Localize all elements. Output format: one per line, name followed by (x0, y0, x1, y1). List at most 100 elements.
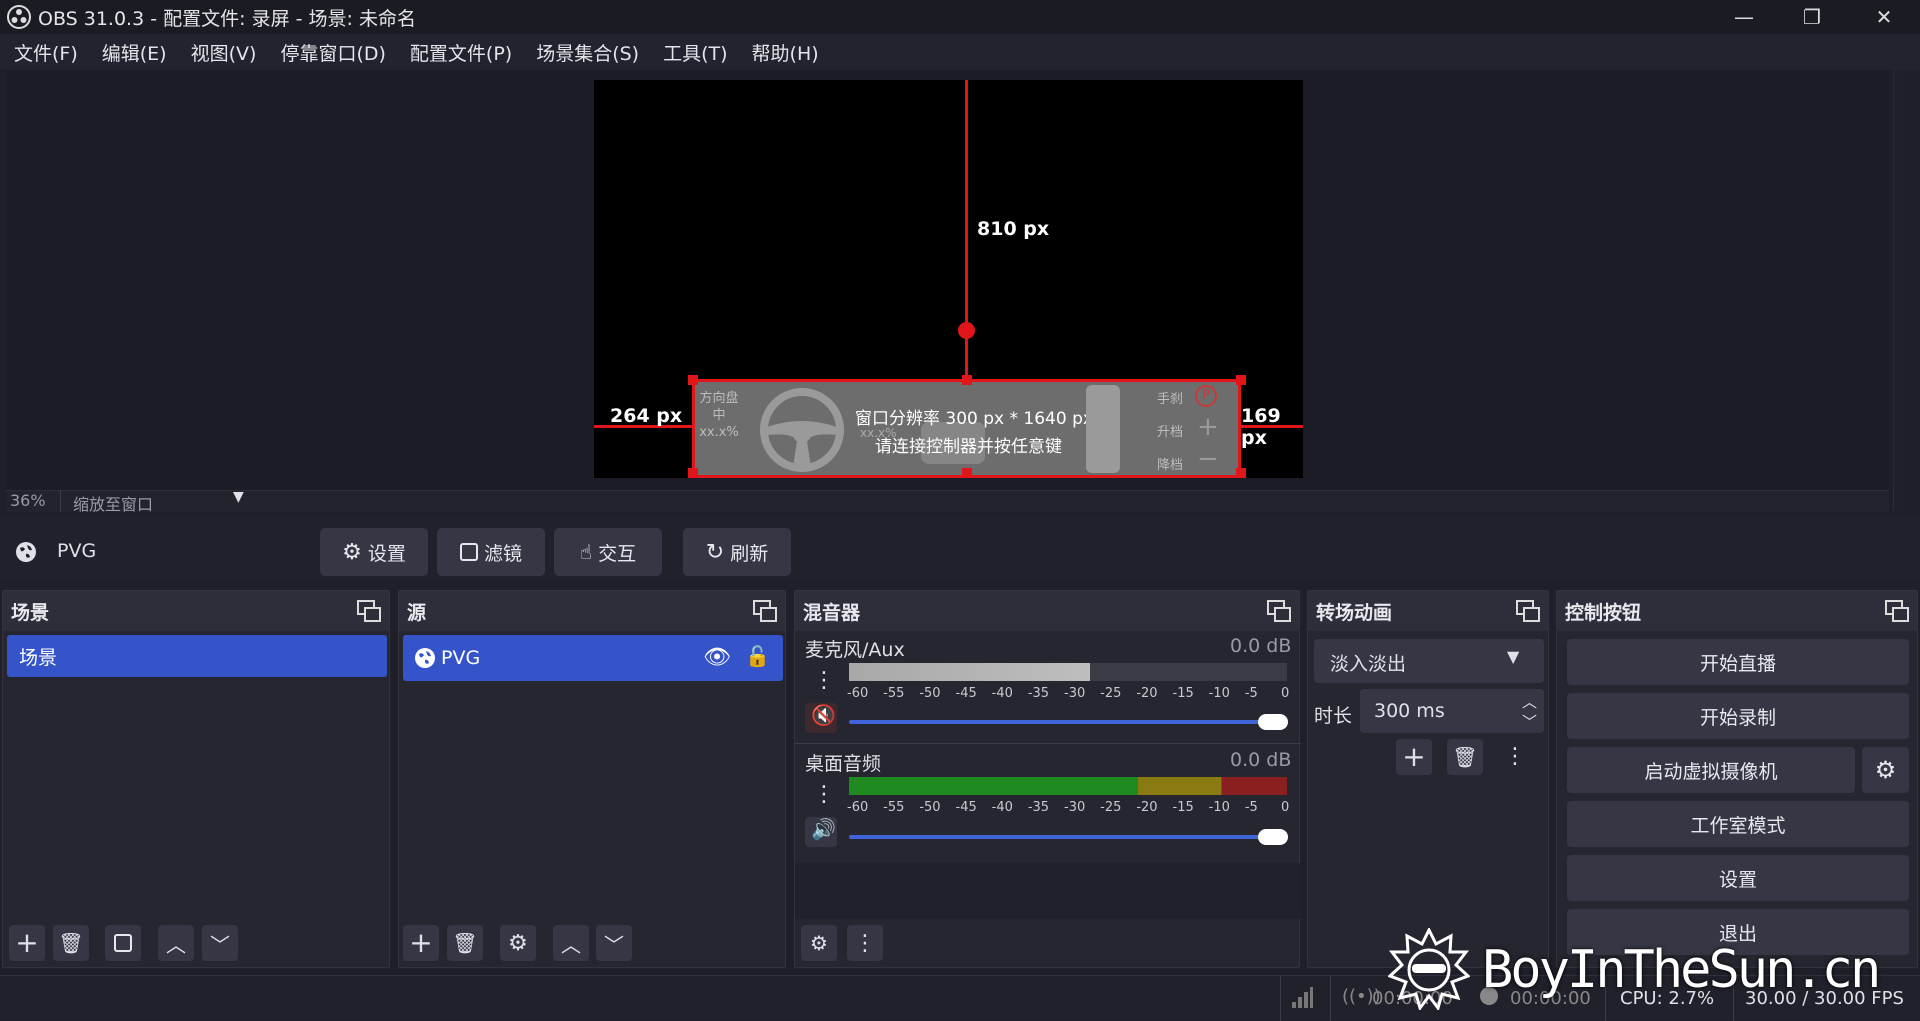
gear-icon: ⚙ (1874, 756, 1897, 784)
menu-view[interactable]: 视图(V) (179, 39, 269, 66)
menu-help[interactable]: 帮助(H) (740, 39, 831, 66)
start-streaming-button[interactable]: 开始直播 (1567, 639, 1909, 685)
virtual-camera-settings-button[interactable]: ⚙ (1862, 747, 1909, 793)
move-source-down-button[interactable]: ﹀ (596, 925, 632, 961)
network-signal-icon (1292, 987, 1313, 1008)
measure-handle[interactable] (958, 322, 975, 339)
source-bounding-box[interactable]: 方向盘 中 xx.x% xx.x% 窗口分辨率 300 px * 1640 px… (692, 379, 1241, 478)
eye-icon[interactable]: 👁 (703, 645, 731, 670)
mic-channel-menu-button[interactable]: ⋮ (805, 663, 835, 699)
handbrake-icon: P (1195, 385, 1217, 407)
source-item-label: PVG (441, 647, 481, 669)
undock-icon[interactable] (1516, 600, 1540, 622)
zoom-dropdown[interactable]: 缩放至窗口 ▼ (60, 489, 258, 514)
resize-handle[interactable] (1236, 375, 1246, 385)
mixer-advanced-button[interactable]: ⚙ (801, 925, 837, 961)
shift-up-label: 升档 (1157, 425, 1184, 440)
move-scene-down-button[interactable]: ﹀ (202, 925, 238, 961)
source-refresh-button[interactable]: ↻ 刷新 (683, 528, 791, 576)
meter-tick-label: -35 (1027, 686, 1050, 701)
trash-icon: 🗑 (58, 931, 84, 955)
source-refresh-label: 刷新 (730, 542, 769, 565)
lock-icon[interactable]: 🔓 (745, 644, 770, 668)
chevron-up-icon: ︿ (166, 932, 186, 957)
preview-zoom-bar (6, 490, 1889, 512)
meter-tick-label: -25 (1100, 686, 1122, 701)
source-settings-button[interactable]: ⚙ 设置 (320, 528, 428, 576)
resize-handle[interactable] (962, 375, 972, 385)
desktop-meter-fill (849, 777, 1287, 795)
remove-source-button[interactable]: 🗑 (447, 925, 483, 961)
studio-mode-button[interactable]: 工作室模式 (1567, 801, 1909, 847)
transitions-title: 转场动画 (1316, 601, 1393, 624)
add-source-button[interactable]: + (403, 925, 439, 961)
transition-menu-button[interactable]: ⋮ (1496, 739, 1526, 775)
mic-mute-button[interactable]: 🔇 (805, 703, 837, 733)
start-recording-button[interactable]: 开始录制 (1567, 693, 1909, 739)
start-streaming-label: 开始直播 (1699, 652, 1776, 675)
desktop-channel-menu-button[interactable]: ⋮ (805, 777, 835, 813)
settings-button[interactable]: 设置 (1567, 855, 1909, 901)
shift-down-label: 降档 (1157, 458, 1184, 473)
undock-icon[interactable] (753, 600, 777, 622)
restore-button[interactable]: ❐ (1778, 0, 1846, 34)
source-interact-button[interactable]: ☝ 交互 (554, 528, 662, 576)
menu-edit[interactable]: 编辑(E) (90, 39, 179, 66)
move-scene-up-button[interactable]: ︿ (158, 925, 194, 961)
handbrake-label: 手刹 (1157, 392, 1184, 407)
resize-handle[interactable] (688, 375, 698, 385)
menu-tools[interactable]: 工具(T) (651, 39, 739, 66)
menu-scene-collection[interactable]: 场景集合(S) (524, 39, 651, 66)
mic-volume-slider[interactable] (849, 720, 1279, 724)
transition-select[interactable]: 淡入淡出 ▼ (1314, 639, 1544, 683)
menu-file[interactable]: 文件(F) (0, 39, 90, 66)
close-button[interactable]: ✕ (1850, 0, 1918, 34)
measure-left-label: 264 px (610, 405, 683, 427)
more-vertical-icon: ⋮ (1504, 744, 1526, 769)
restore-icon: ❐ (1803, 5, 1821, 29)
meter-tick-label: -15 (1172, 800, 1194, 815)
add-scene-button[interactable]: + (9, 925, 45, 961)
source-filters-label: 滤镜 (483, 542, 522, 565)
add-transition-button[interactable]: + (1396, 739, 1432, 775)
source-filters-button[interactable]: 滤镜 (437, 528, 545, 576)
menu-profile[interactable]: 配置文件(P) (398, 39, 524, 66)
chevron-down-icon[interactable]: ﹀ (1522, 711, 1537, 732)
menu-docks[interactable]: 停靠窗口(D) (268, 39, 397, 66)
title-bar: OBS 31.0.3 - 配置文件: 录屏 - 场景: 未命名 — ❐ ✕ (0, 0, 1920, 34)
start-virtual-camera-button[interactable]: 启动虚拟摄像机 (1567, 747, 1855, 793)
resize-handle[interactable] (962, 468, 972, 478)
divider (795, 743, 1301, 744)
duration-spinbox[interactable]: 300 ms ︿ ﹀ (1360, 689, 1544, 733)
source-item[interactable]: PVG 👁 🔓 (403, 635, 783, 681)
gears-icon: ⚙ (810, 931, 828, 955)
preview-canvas[interactable]: 810 px 264 px 169 px 方向盘 中 xx.x% xx.x% 窗… (594, 80, 1303, 478)
zoom-percent: 36% (10, 491, 46, 510)
mixer-menu-button[interactable]: ⋮ (847, 925, 883, 961)
preview-scrollbar[interactable] (1893, 70, 1907, 510)
desktop-mute-button[interactable]: 🔊 (805, 817, 837, 847)
chevron-up-icon[interactable]: ︿ (1522, 691, 1537, 712)
undock-icon[interactable] (1267, 600, 1291, 622)
remove-scene-button[interactable]: 🗑 (53, 925, 89, 961)
mic-volume-knob[interactable] (1258, 714, 1288, 730)
resize-handle[interactable] (1236, 468, 1246, 478)
gear-icon: ⚙ (508, 930, 528, 956)
resize-handle[interactable] (688, 468, 698, 478)
undock-icon[interactable] (357, 600, 381, 622)
meter-tick-label: -50 (919, 800, 941, 815)
remove-transition-button[interactable]: 🗑 (1447, 739, 1483, 775)
scene-filters-button[interactable] (105, 925, 141, 961)
meter-tick-label: 0 (1281, 686, 1290, 701)
prompt-text: 请连接控制器并按任意键 (875, 437, 1062, 457)
minimize-button[interactable]: — (1710, 0, 1778, 34)
move-source-up-button[interactable]: ︿ (553, 925, 589, 961)
source-properties-button[interactable]: ⚙ (500, 925, 536, 961)
undock-icon[interactable] (1885, 600, 1909, 622)
trash-icon: 🗑 (1452, 745, 1478, 769)
desktop-volume-knob[interactable] (1258, 829, 1288, 845)
scene-item[interactable]: 场景 (7, 635, 387, 677)
watermark-text: BoyInTheSun.cn (1482, 940, 1881, 1000)
desktop-volume-slider[interactable] (849, 835, 1279, 839)
start-virtual-camera-label: 启动虚拟摄像机 (1644, 760, 1778, 783)
